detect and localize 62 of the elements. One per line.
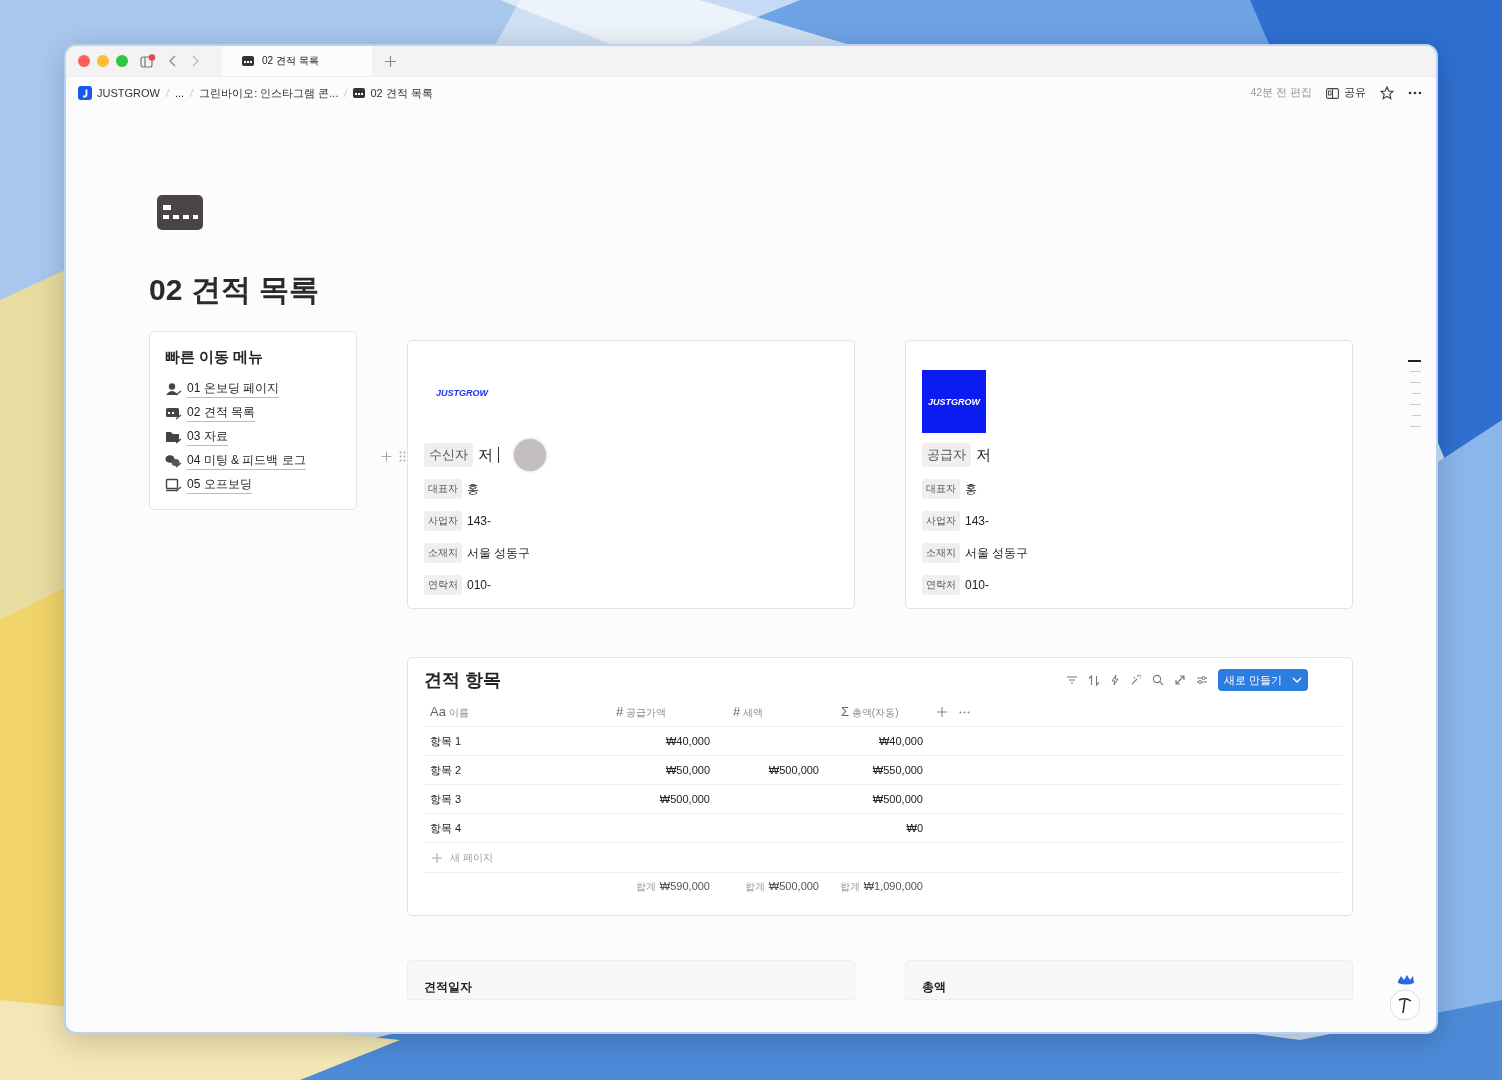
amount-cell-text: ₩40,000 [664, 735, 711, 747]
field-label: 소재지 [424, 543, 462, 563]
field-label: 연락처 [424, 575, 462, 595]
quick-menu-link[interactable]: 01 온보딩 페이지 [187, 380, 279, 398]
field-value: 서울 성동구 [965, 544, 1029, 562]
field-value: 저 [976, 445, 991, 465]
amount-cell-text: ₩40,000 [877, 735, 924, 747]
edited-time: 42분 전 편집 [1250, 86, 1312, 100]
amount-cell-text: ₩50,000 [664, 764, 711, 776]
quick-menu-link[interactable]: 04 미팅 & 피드백 로그 [187, 452, 306, 470]
field-label: 사업자 [424, 511, 462, 531]
field-label: 소재지 [922, 543, 960, 563]
breadcrumb-link[interactable]: 02 견적 목록 [370, 85, 433, 101]
sum-label: 합계 [839, 881, 860, 892]
quick-menu-title: 빠른 이동 메뉴 [165, 348, 265, 367]
company-logo: JUSTGROW [922, 370, 986, 433]
row-title[interactable]: 항목 2 [424, 762, 606, 778]
amount-cell-text: ₩0 [905, 822, 924, 834]
sum-label: 합계 [744, 881, 765, 892]
field-label: 사업자 [922, 511, 960, 531]
row-title[interactable]: 항목 3 [424, 791, 606, 807]
quick-menu-link[interactable]: 03 자료 [187, 428, 228, 446]
field-value: 서울 성동구 [467, 544, 531, 562]
amount-cell-text: ₩500,000 [767, 764, 820, 776]
card-title: 총액 [922, 980, 946, 994]
column-header[interactable]: # 세액 [716, 704, 825, 720]
field-label: 대표자 [424, 479, 462, 499]
share-button[interactable]: 공유 [1326, 86, 1366, 100]
new-button[interactable]: 새로 만들기 [1217, 669, 1308, 691]
sum-value: ₩1,090,000 [863, 880, 923, 892]
row-title[interactable]: 항목 4 [424, 820, 606, 836]
sum-value: ₩590,000 [659, 880, 710, 892]
amount-cell-text: ₩500,000 [658, 793, 711, 805]
breadcrumb-link[interactable]: ... [174, 87, 185, 99]
field-value: 010- [467, 578, 492, 592]
row-title[interactable]: 항목 1 [424, 733, 606, 749]
column-header[interactable]: Σ 총액(자동) [825, 704, 929, 720]
sum-value: ₩500,000 [768, 880, 819, 892]
field-value: 홍 [467, 480, 479, 498]
field-value: 010- [965, 578, 990, 592]
field-label: 연락처 [922, 575, 960, 595]
amount-cell-text: ₩500,000 [871, 793, 924, 805]
field-value: 143- [467, 514, 492, 528]
field-value: 홍 [965, 480, 977, 498]
breadcrumb-link[interactable]: JUSTGROW [97, 87, 160, 99]
card-title: 견적일자 [424, 980, 472, 994]
browser-tab[interactable]: 02 견적 목록 [222, 46, 372, 76]
column-header[interactable]: Aa 이름 [424, 704, 606, 720]
column-header[interactable]: # 공급가액 [606, 704, 716, 720]
field-label: 공급자 [922, 443, 971, 467]
quick-menu-link[interactable]: 05 오프보딩 [187, 476, 252, 494]
field-label: 대표자 [922, 479, 960, 499]
amount-cell-text: ₩550,000 [871, 764, 924, 776]
field-value: 저 [478, 445, 493, 465]
page-title: 02 견적 목록 [149, 272, 321, 308]
sum-label: 합계 [635, 881, 656, 892]
company-logo: JUSTGROW [436, 388, 488, 398]
field-label: 수신자 [424, 443, 473, 467]
field-value: 143- [965, 514, 990, 528]
quick-menu-link[interactable]: 02 견적 목록 [187, 404, 255, 422]
table-title: 견적 항목 [424, 669, 501, 692]
breadcrumb-link[interactable]: 그린바이오: 인스타그램 콘... [199, 85, 339, 101]
